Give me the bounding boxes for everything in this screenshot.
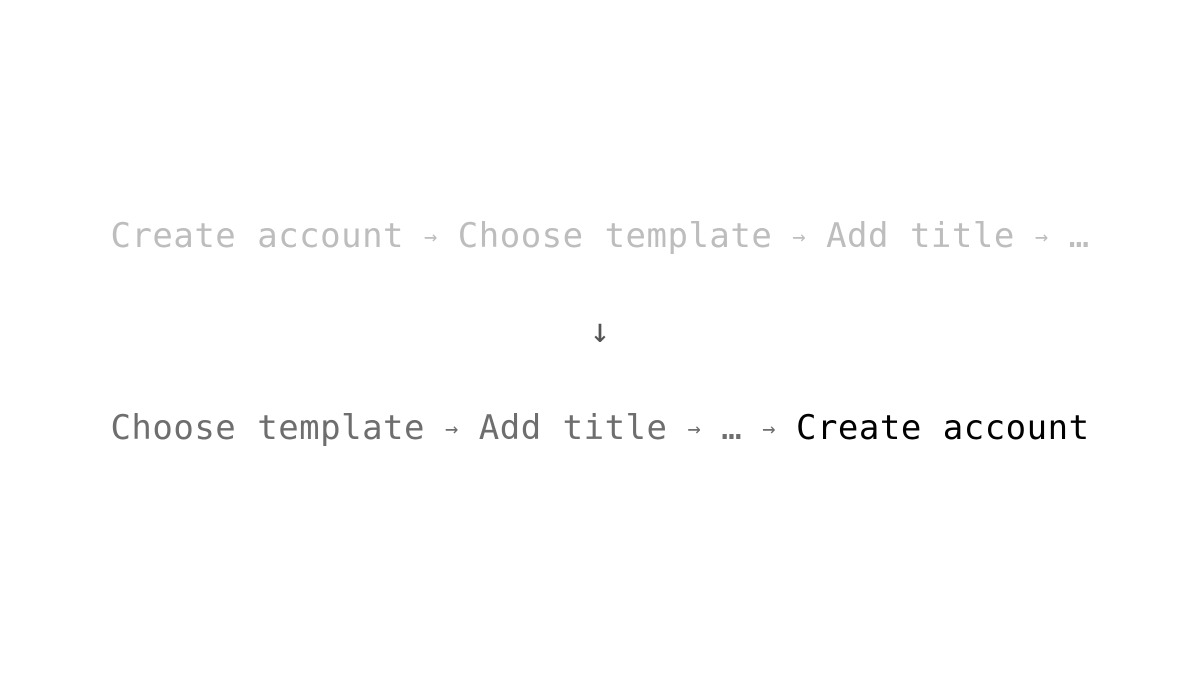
right-arrow-icon: → <box>762 417 776 442</box>
flow-step-create-account: Create account <box>110 216 405 256</box>
flow-step-choose-template: Choose template <box>457 216 773 256</box>
reordered-flow: Choose template → Add title → … → Create… <box>0 408 1200 448</box>
flow-step-choose-template: Choose template <box>110 408 425 448</box>
flow-step-ellipsis: … <box>1068 216 1090 256</box>
right-arrow-icon: → <box>687 417 702 442</box>
right-arrow-icon: → <box>424 225 438 250</box>
flow-step-create-account-highlighted: Create account <box>795 408 1090 448</box>
flow-step-add-title: Add title <box>826 216 1015 256</box>
right-arrow-icon: → <box>445 417 459 442</box>
original-flow: Create account → Choose template → Add t… <box>0 216 1200 256</box>
right-arrow-icon: → <box>792 225 807 250</box>
flow-step-ellipsis: … <box>721 408 743 448</box>
down-arrow-icon: ↓ <box>589 311 611 351</box>
right-arrow-icon: → <box>1034 225 1049 250</box>
flow-step-add-title: Add title <box>478 408 668 448</box>
